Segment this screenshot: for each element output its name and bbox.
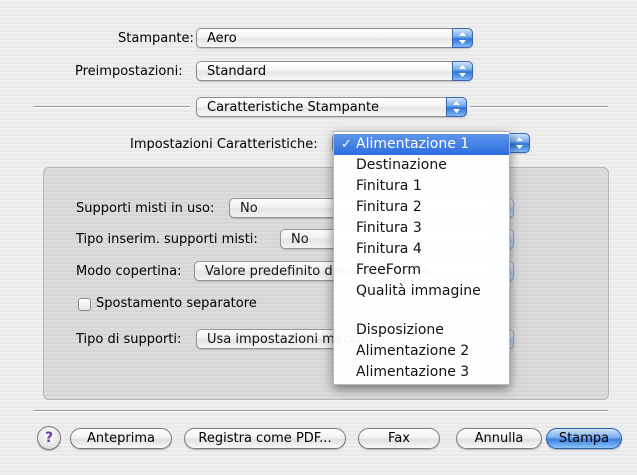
checkmark-icon: ✓: [341, 137, 352, 152]
mixed-media-value: No: [240, 201, 258, 216]
separator-shift-label: Spostamento separatore: [96, 296, 257, 311]
popup-arrows-icon: [452, 61, 473, 81]
presets-label: Preimpostazioni:: [75, 64, 183, 79]
media-type-label: Tipo di supporti:: [76, 332, 182, 347]
insert-type-value: No: [291, 232, 309, 247]
popup-arrows-icon: [509, 133, 530, 153]
menu-item[interactable]: Finitura 2: [334, 197, 509, 218]
divider-left: [33, 106, 190, 108]
panel-value: Caratteristiche Stampante: [207, 100, 380, 115]
panel-popup[interactable]: Caratteristiche Stampante: [196, 97, 467, 117]
menu-item[interactable]: Finitura 1: [334, 176, 509, 197]
popup-arrows-icon: [446, 97, 467, 117]
menu-item[interactable]: Destinazione: [334, 155, 509, 176]
presets-popup[interactable]: Standard: [196, 61, 473, 81]
menu-item[interactable]: ✓ Alimentazione 1: [334, 134, 509, 155]
preview-button[interactable]: Anteprima: [70, 428, 172, 449]
printer-popup[interactable]: Aero: [196, 28, 473, 48]
feature-settings-menu: ✓ Alimentazione 1 Destinazione Finitura …: [333, 131, 510, 385]
printer-label: Stampante:: [118, 31, 194, 46]
menu-item[interactable]: Finitura 3: [334, 218, 509, 239]
printer-value: Aero: [207, 31, 237, 46]
menu-item[interactable]: Alimentazione 2: [334, 341, 509, 362]
cover-mode-label: Modo copertina:: [76, 264, 182, 279]
help-button[interactable]: ?: [37, 426, 61, 450]
popup-arrows-icon: [452, 28, 473, 48]
cancel-button[interactable]: Annulla: [456, 428, 542, 449]
feature-settings-label: Impostazioni Caratteristiche:: [130, 137, 318, 152]
menu-item[interactable]: Alimentazione 3: [334, 362, 509, 383]
separator-shift-checkbox[interactable]: [78, 298, 91, 311]
mixed-media-label: Supporti misti in uso:: [76, 201, 215, 216]
menu-item[interactable]: Finitura 4: [334, 239, 509, 260]
bottom-divider: [33, 410, 608, 412]
presets-value: Standard: [207, 64, 267, 79]
fax-button[interactable]: Fax: [358, 428, 440, 449]
save-pdf-button[interactable]: Registra come PDF...: [184, 428, 346, 449]
menu-item[interactable]: Qualità immagine: [334, 281, 509, 302]
divider-right: [470, 106, 608, 108]
menu-item[interactable]: FreeForm: [334, 260, 509, 281]
print-button[interactable]: Stampa: [546, 428, 622, 449]
insert-type-label: Tipo inserim. supporti misti:: [76, 232, 258, 247]
menu-item[interactable]: Disposizione: [334, 320, 509, 341]
